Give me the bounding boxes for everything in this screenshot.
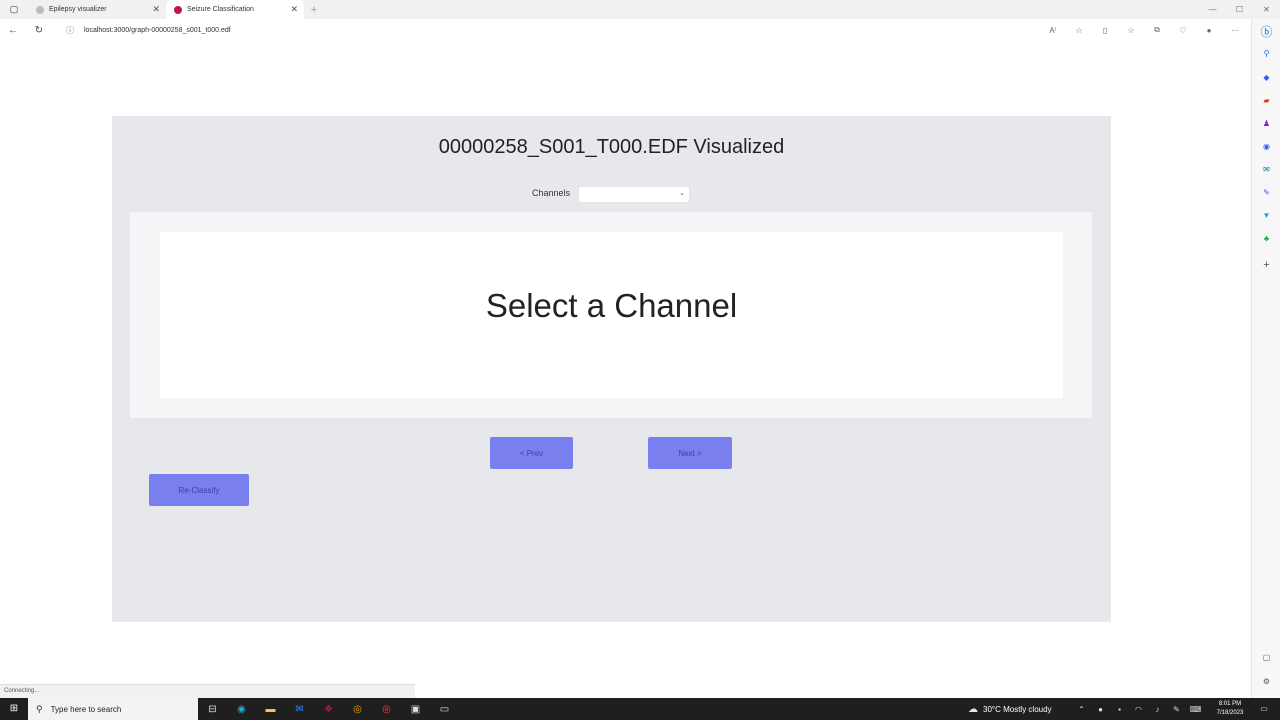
search-icon[interactable]: ⚲ <box>1252 49 1280 58</box>
prev-button[interactable]: < Prev <box>490 437 573 469</box>
browser-address-bar: ← ↻ ⓘ localhost:3000/graph-00000258_s001… <box>0 19 1280 41</box>
tools-icon[interactable]: ▰ <box>1252 96 1280 105</box>
mail-icon[interactable]: ✉ <box>285 704 314 715</box>
raspberry-app-icon[interactable]: ❖ <box>314 704 343 715</box>
taskbar-apps: ⊟ ◉ ▬ ✉ ❖ ◎ ◎ ▣ ▭ <box>198 698 459 720</box>
select-channel-message: Select a Channel <box>485 287 738 324</box>
sidebar-settings-icon[interactable]: ⚙ <box>1252 677 1280 686</box>
url-text: localhost:3000/graph-00000258_s001_t000.… <box>84 26 231 34</box>
site-info-icon[interactable]: ⓘ <box>66 25 74 36</box>
graph-container: Select a Channel <box>130 212 1092 418</box>
terminal-icon[interactable]: ▣ <box>401 704 430 715</box>
browser-status-text: Connecting... <box>0 684 415 698</box>
microphone-icon[interactable]: ● <box>1091 705 1110 714</box>
new-tab-icon[interactable]: + <box>304 0 324 19</box>
favorite-star-icon[interactable]: ☆ <box>1066 26 1092 35</box>
maximize-icon[interactable]: ☐ <box>1226 0 1253 19</box>
address-bar-actions: A⁾ ☆ ▯ ☆ ⧉ ♡ ● ··· <box>1040 19 1248 41</box>
chrome-icon[interactable]: ◎ <box>343 704 372 715</box>
show-hidden-icons-icon[interactable]: ⌃ <box>1072 705 1091 714</box>
shopping-icon[interactable]: ◆ <box>1252 73 1280 82</box>
window-app-icon[interactable]: ▭ <box>430 704 459 715</box>
page-favicon-icon <box>174 5 182 14</box>
profile-avatar[interactable]: ● <box>1196 26 1222 35</box>
network-icon[interactable]: ◠ <box>1129 705 1148 714</box>
minimize-icon[interactable]: — <box>1199 0 1226 19</box>
close-tab-icon[interactable]: ✕ <box>290 4 298 15</box>
channels-label: Channels <box>532 188 571 198</box>
add-sidebar-app-icon[interactable]: + <box>1252 259 1280 271</box>
games-icon[interactable]: ♟ <box>1252 119 1280 128</box>
notifications-icon[interactable]: ▭ <box>1254 698 1274 720</box>
page-favicon-icon <box>36 5 44 14</box>
taskbar-clock[interactable]: 8:01 PM 7/18/2023 <box>1210 700 1250 718</box>
windows-taskbar: ⊞ ⚲ Type here to search ⊟ ◉ ▬ ✉ ❖ ◎ ◎ ▣ … <box>0 698 1280 720</box>
task-view-icon[interactable]: ⊟ <box>198 704 227 715</box>
collections-icon[interactable]: ⧉ <box>1144 25 1170 35</box>
visualizer-panel: 00000258_S001_T000.EDF Visualized Channe… <box>112 116 1111 622</box>
system-tray: ⌃ ● ▪ ◠ ♪ ✎ ⌨ <box>1072 698 1205 720</box>
tree-icon[interactable]: ♣ <box>1252 234 1280 243</box>
designer-icon[interactable]: ✎ <box>1252 188 1280 197</box>
file-explorer-icon[interactable]: ▬ <box>256 704 285 715</box>
folder-tray-icon[interactable]: ▪ <box>1110 705 1129 714</box>
split-screen-icon[interactable]: ▯ <box>1092 26 1118 35</box>
read-aloud-icon[interactable]: A⁾ <box>1040 26 1066 35</box>
favorites-icon[interactable]: ☆ <box>1118 26 1144 35</box>
keyboard-icon[interactable]: ⌨ <box>1186 705 1205 714</box>
start-windows-icon[interactable]: ⊞ <box>0 698 28 720</box>
tab-epilepsy-visualizer[interactable]: Epilepsy visualizer ✕ <box>28 0 166 19</box>
tab-actions-icon[interactable]: ▢ <box>0 0 28 19</box>
refresh-icon[interactable]: ↻ <box>26 25 52 36</box>
outlook-icon[interactable]: ✉ <box>1252 165 1280 174</box>
page-title: 00000258_S001_T000.EDF Visualized <box>438 136 785 158</box>
edge-sidebar: ⓑ ⚲ ◆ ▰ ♟ ◉ ✉ ✎ ▼ ♣ + ▢ ⚙ <box>1251 19 1280 698</box>
taskbar-search[interactable]: ⚲ Type here to search <box>28 698 198 720</box>
taskbar-search-placeholder: Type here to search <box>50 704 122 714</box>
channel-select[interactable]: ⌄ <box>578 186 690 203</box>
weather-text: 30°C Mostly cloudy <box>983 704 1052 714</box>
close-window-icon[interactable]: ✕ <box>1253 0 1280 19</box>
cloud-icon: ☁ <box>968 703 978 715</box>
tab-title: Epilepsy visualizer <box>49 6 107 13</box>
edge-icon[interactable]: ◉ <box>227 704 256 715</box>
tab-seizure-classification[interactable]: Seizure Classification ✕ <box>166 0 304 19</box>
browser-essentials-icon[interactable]: ♡ <box>1170 26 1196 35</box>
reclassify-button[interactable]: Re-Classify <box>149 474 249 506</box>
browser-tab-bar: ▢ Epilepsy visualizer ✕ Seizure Classifi… <box>0 0 1280 19</box>
close-tab-icon[interactable]: ✕ <box>152 4 160 15</box>
drop-icon[interactable]: ▼ <box>1252 211 1280 220</box>
tab-title: Seizure Classification <box>187 6 254 13</box>
clock-time: 8:01 PM <box>1218 701 1242 707</box>
sidebar-panel-icon[interactable]: ▢ <box>1252 653 1280 662</box>
volume-icon[interactable]: ♪ <box>1148 705 1167 714</box>
weather-widget[interactable]: ☁ 30°C Mostly cloudy <box>968 698 1052 720</box>
bing-chat-icon[interactable]: ⓑ <box>1252 23 1280 40</box>
next-button[interactable]: Next > <box>648 437 732 469</box>
clock-date: 7/18/2023 <box>1216 710 1244 716</box>
more-menu-icon[interactable]: ··· <box>1222 26 1248 35</box>
back-icon[interactable]: ← <box>0 25 26 36</box>
graph-area: Select a Channel <box>160 232 1063 398</box>
chrome-app-icon[interactable]: ◎ <box>372 704 401 715</box>
window-controls: — ☐ ✕ <box>1199 0 1280 19</box>
microsoft-365-icon[interactable]: ◉ <box>1252 142 1280 151</box>
chevron-down-icon: ⌄ <box>679 190 685 197</box>
url-field[interactable]: ⓘ localhost:3000/graph-00000258_s001_t00… <box>66 19 231 41</box>
search-icon: ⚲ <box>36 703 43 714</box>
pen-icon[interactable]: ✎ <box>1167 705 1186 714</box>
